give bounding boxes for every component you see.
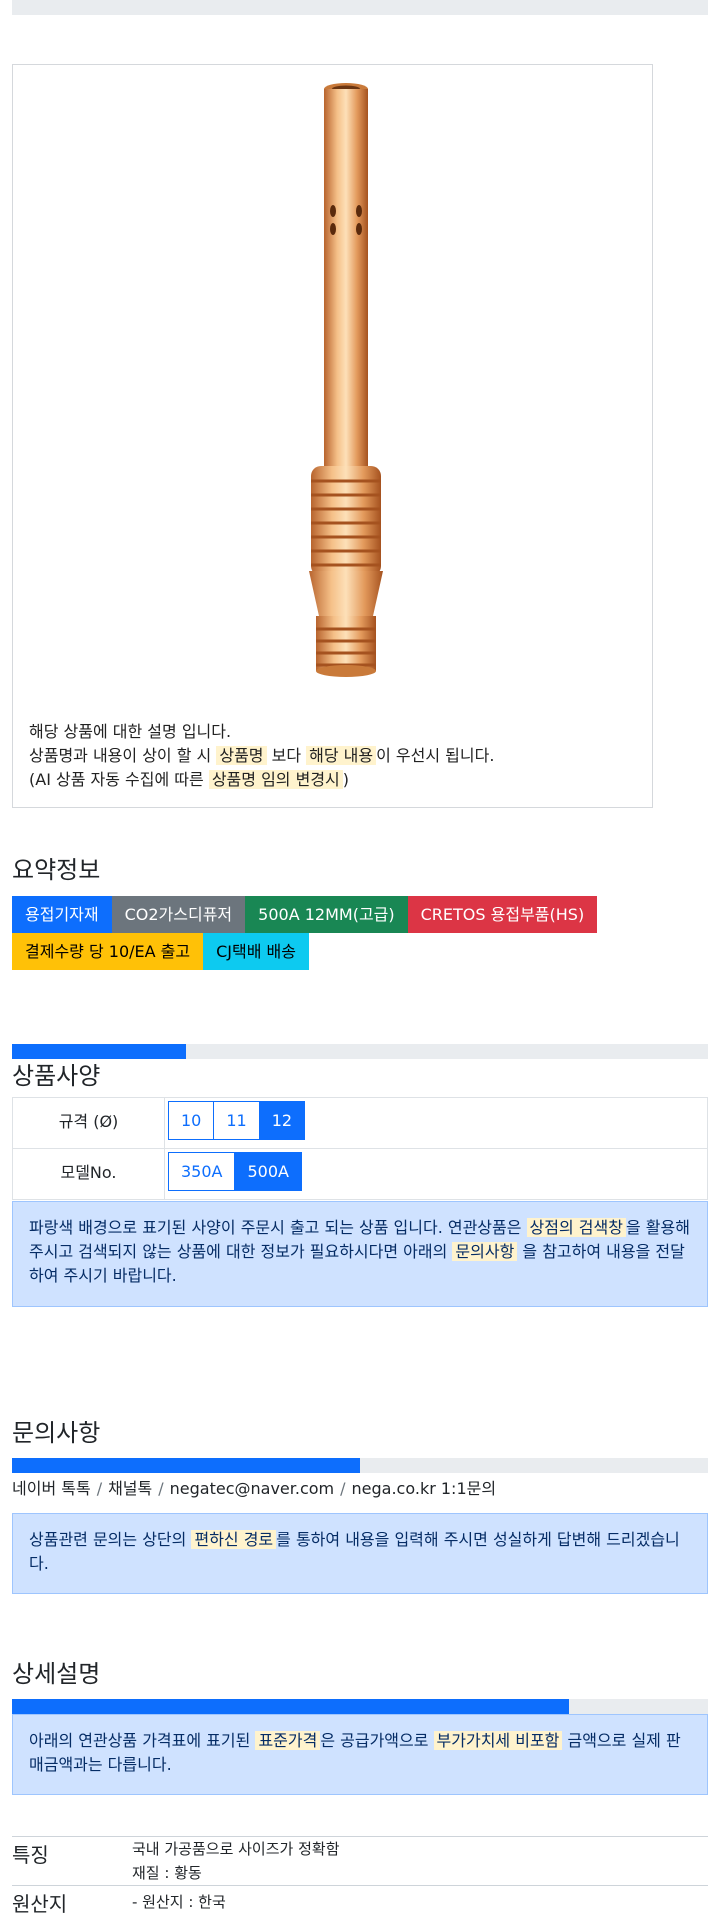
highlight: 상품명 [216, 746, 267, 765]
description-line: (AI 상품 자동 수집에 따른 상품명 임의 변경시) [29, 768, 494, 792]
badge-category: 용접기자재 [12, 896, 112, 933]
text-segment: 상품명과 내용이 상이 할 시 [29, 746, 217, 765]
details-title: 상세설명 [12, 1660, 101, 1688]
product-card: 해당 상품에 대한 설명 입니다. 상품명과 내용이 상이 할 시 상품명 보다… [12, 64, 653, 808]
product-description: 해당 상품에 대한 설명 입니다. 상품명과 내용이 상이 할 시 상품명 보다… [29, 720, 494, 792]
highlight: 문의사항 [452, 1242, 518, 1261]
option-model-350a[interactable]: 350A [168, 1152, 236, 1191]
contact-website[interactable]: nega.co.kr 1:1문의 [352, 1479, 497, 1498]
separator: / [96, 1479, 103, 1498]
details-notice: 아래의 연관상품 가격표에 표기된 표준가격 은 공급가액으로 부가가치세 비포함… [12, 1714, 708, 1795]
text-segment: 이 우선시 됩니다. [376, 746, 495, 765]
spec-row-size: 규격 (Ø) 10 11 12 [12, 1097, 708, 1149]
text-segment: 아래의 연관상품 가격표에 표기된 [29, 1731, 256, 1750]
spec-progress [12, 1044, 708, 1059]
highlight: 상품명 임의 변경시 [208, 770, 343, 789]
top-progress-track [12, 0, 708, 15]
model-options: 350A 500A [164, 1148, 708, 1200]
inquiry-progress [12, 1458, 708, 1473]
detail-line: 국내 가공품으로 사이즈가 정확함 [132, 1840, 340, 1858]
detail-row-features: 특징 국내 가공품으로 사이즈가 정확함 재질 : 황동 [12, 1836, 708, 1886]
text-segment: 은 공급가액으로 [320, 1731, 434, 1750]
spec-title: 상품사양 [12, 1062, 101, 1090]
detail-line: 재질 : 황동 [132, 1864, 202, 1882]
separator: / [340, 1479, 346, 1498]
spec-label: 모델No. [12, 1148, 165, 1200]
highlight: 상점의 검색창 [526, 1218, 626, 1237]
size-options: 10 11 12 [164, 1097, 708, 1149]
badge-brand: CRETOS 용접부품(HS) [407, 896, 598, 933]
summary-title: 요약정보 [12, 856, 101, 884]
detail-line: - 원산지 : 한국 [132, 1892, 226, 1911]
badge-spec: 500A 12MM(고급) [245, 896, 408, 933]
contact-naver-talk[interactable]: 네이버 톡톡 [12, 1479, 91, 1498]
text-segment: 상품관련 문의는 상단의 [29, 1530, 192, 1549]
separator: / [158, 1479, 164, 1498]
spec-table: 규격 (Ø) 10 11 12 모델No. 350A 500A [12, 1097, 708, 1200]
detail-label: 원산지 [12, 1892, 68, 1916]
highlight: 해당 내용 [306, 746, 377, 765]
detail-value: - 원산지 : 한국 [132, 1886, 708, 1917]
inquiry-title: 문의사항 [12, 1419, 101, 1447]
highlight: 편하신 경로 [191, 1530, 277, 1549]
text-segment: 보다 [266, 746, 307, 765]
spec-row-model: 모델No. 350A 500A [12, 1148, 708, 1200]
spec-label: 규격 (Ø) [12, 1097, 165, 1149]
summary-badges: 용접기자재 CO2가스디퓨저 500A 12MM(고급) CRETOS 용접부품… [12, 896, 708, 970]
contact-channel-talk[interactable]: 채널톡 [108, 1479, 152, 1498]
contact-email[interactable]: negatec@naver.com [170, 1479, 334, 1498]
inquiry-notice: 상품관련 문의는 상단의 편하신 경로 를 통하여 내용을 입력해 주시면 성실하… [12, 1513, 708, 1594]
description-line: 해당 상품에 대한 설명 입니다. [29, 722, 232, 741]
option-size-12[interactable]: 12 [258, 1101, 306, 1140]
highlight: 부가가치세 비포함 [433, 1731, 563, 1750]
inquiry-progress-fill [12, 1458, 360, 1473]
text-segment: 파랑색 배경으로 표기된 사양이 주문시 출고 되는 상품 입니다. 연관상품은 [29, 1218, 527, 1237]
spec-progress-fill [12, 1044, 186, 1059]
text-segment: (AI 상품 자동 수집에 따른 [29, 770, 209, 789]
badge-product-type: CO2가스디퓨저 [111, 896, 246, 933]
option-size-10[interactable]: 10 [168, 1101, 215, 1140]
details-progress [12, 1699, 708, 1714]
contact-links: 네이버 톡톡 / 채널톡 / negatec@naver.com / nega.co.kr … [12, 1475, 496, 1499]
spec-notice: 파랑색 배경으로 표기된 사양이 주문시 출고 되는 상품 입니다. 연관상품은… [12, 1201, 708, 1307]
detail-table: 특징 국내 가공품으로 사이즈가 정확함 재질 : 황동 원산지 - 원산지 :… [12, 1836, 708, 1917]
detail-value: 국내 가공품으로 사이즈가 정확함 재질 : 황동 [132, 1837, 708, 1886]
badge-shipping: CJ택배 배송 [203, 933, 309, 970]
detail-row-origin: 원산지 - 원산지 : 한국 [12, 1885, 708, 1917]
option-model-500a[interactable]: 500A [234, 1152, 302, 1191]
badge-quantity: 결제수량 당 10/EA 출고 [12, 933, 204, 970]
detail-label: 특징 [12, 1843, 49, 1867]
text-segment: ) [342, 770, 350, 789]
product-image [309, 83, 383, 677]
highlight: 표준가격 [255, 1731, 321, 1750]
details-progress-fill [12, 1699, 569, 1714]
description-line: 상품명과 내용이 상이 할 시 상품명 보다 해당 내용 이 우선시 됩니다. [29, 744, 494, 768]
option-size-11[interactable]: 11 [213, 1101, 260, 1140]
